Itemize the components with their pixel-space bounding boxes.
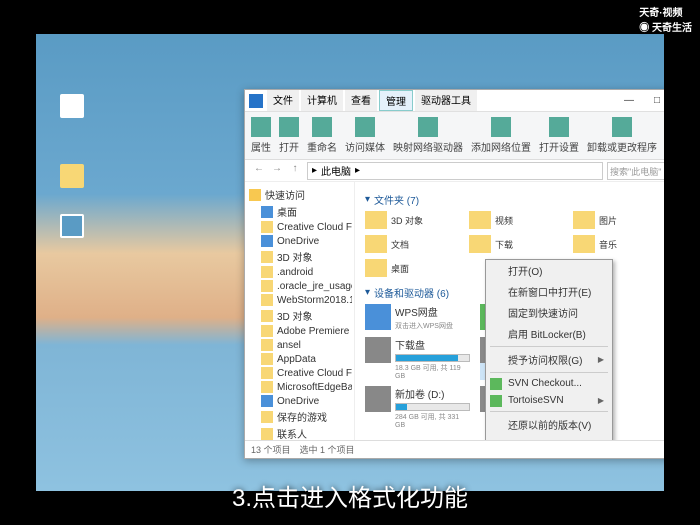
sidebar-item[interactable]: Adobe Premiere Pro CC 2019 [247, 324, 352, 338]
desktop-pc-icon[interactable] [56, 214, 88, 254]
sidebar-item[interactable]: WebStorm2018.1 [247, 293, 352, 307]
folder-item[interactable]: 桌面 [365, 259, 455, 277]
sidebar-item[interactable]: 联系人 [247, 425, 352, 440]
tab-file[interactable]: 文件 [267, 90, 299, 111]
ribbon-item[interactable]: 属性 [251, 117, 271, 154]
context-menu-item[interactable]: 还原以前的版本(V) [486, 414, 612, 435]
sidebar-item[interactable]: .oracle_jre_usage [247, 279, 352, 293]
context-menu-item[interactable]: 授予访问权限(G)▶ [486, 349, 612, 370]
context-menu-item[interactable]: TortoiseSVN▶ [486, 392, 612, 409]
drive-item[interactable]: 新加卷 (D:)284 GB 可用, 共 331 GB [365, 386, 470, 429]
file-explorer-window: 文件 计算机 查看 管理 驱动器工具 — □ × 属性打开重命名访问媒体映射网络… [244, 89, 664, 459]
desktop-file-icon[interactable] [56, 94, 88, 134]
section-folders[interactable]: ▾ 文件夹 (7) [365, 192, 664, 207]
sidebar-item[interactable]: ansel [247, 338, 352, 352]
back-button[interactable]: ← [251, 163, 267, 179]
context-menu-item[interactable]: 打开(O) [486, 260, 612, 281]
context-menu-item[interactable]: 在新窗口中打开(E) [486, 281, 612, 302]
folder-item[interactable]: 音乐 [573, 235, 663, 253]
ribbon-item[interactable]: 添加网络位置 [471, 117, 531, 154]
video-caption: 3.点击进入格式化功能 [0, 478, 700, 513]
sidebar-item[interactable]: Creative Cloud Files [247, 220, 352, 234]
ribbon-tabs: 文件 计算机 查看 管理 驱动器工具 [267, 90, 477, 111]
context-menu-item[interactable]: 启用 BitLocker(B) [486, 323, 612, 344]
titlebar[interactable]: 文件 计算机 查看 管理 驱动器工具 — □ × [245, 90, 664, 112]
status-bar: 13 个项目 选中 1 个项目 [245, 440, 664, 458]
address-bar: ← → ↑ ▸此电脑▸ 搜索"此电脑" [245, 160, 664, 182]
context-menu-item[interactable]: 固定到快速访问 [486, 302, 612, 323]
content-pane[interactable]: ▾ 文件夹 (7) 3D 对象视频图片文档下载音乐桌面 ▾ 设备和驱动器 (6)… [355, 182, 664, 440]
folder-item[interactable]: 下载 [469, 235, 559, 253]
sidebar-item[interactable]: OneDrive [247, 394, 352, 408]
sidebar-item[interactable]: Creative Cloud Files [247, 366, 352, 380]
sidebar-item[interactable]: AppData [247, 352, 352, 366]
drive-item[interactable]: WPS网盘双击进入WPS网盘 [365, 304, 470, 331]
up-button[interactable]: ↑ [287, 163, 303, 179]
folder-item[interactable]: 文档 [365, 235, 455, 253]
search-input[interactable]: 搜索"此电脑" [607, 162, 664, 180]
sidebar-item[interactable]: 桌面 [247, 203, 352, 220]
tab-view[interactable]: 查看 [345, 90, 377, 111]
sidebar-item[interactable]: 保存的游戏 [247, 408, 352, 425]
sidebar-item[interactable]: MicrosoftEdgeBackups [247, 380, 352, 394]
desktop[interactable]: 文件 计算机 查看 管理 驱动器工具 — □ × 属性打开重命名访问媒体映射网络… [36, 34, 664, 491]
tab-drivetools[interactable]: 驱动器工具 [415, 90, 477, 111]
sidebar-item[interactable]: 快速访问 [247, 186, 352, 203]
folder-item[interactable]: 视频 [469, 211, 559, 229]
folder-item[interactable]: 图片 [573, 211, 663, 229]
ribbon-item[interactable]: 打开设置 [539, 117, 579, 154]
context-menu-item[interactable]: SVN Checkout... [486, 375, 612, 392]
desktop-folder-icon[interactable] [56, 164, 88, 204]
sidebar-item[interactable]: .android [247, 265, 352, 279]
tab-manage[interactable]: 管理 [379, 90, 413, 111]
breadcrumb[interactable]: ▸此电脑▸ [307, 162, 603, 180]
watermark: 天奇·视频 ◉ 天奇生活 [639, 4, 692, 34]
monitor-bezel: 文件 计算机 查看 管理 驱动器工具 — □ × 属性打开重命名访问媒体映射网络… [24, 22, 676, 503]
sidebar-item[interactable]: OneDrive [247, 234, 352, 248]
maximize-button[interactable]: □ [643, 92, 664, 110]
ribbon-item[interactable]: 打开 [279, 117, 299, 154]
ribbon-item[interactable]: 映射网络驱动器 [393, 117, 463, 154]
app-icon [249, 94, 263, 108]
tab-computer[interactable]: 计算机 [301, 90, 343, 111]
sidebar-item[interactable]: 3D 对象 [247, 248, 352, 265]
context-menu-item[interactable]: 包含到库中(I)▶ [486, 435, 612, 440]
forward-button[interactable]: → [269, 163, 285, 179]
ribbon-item[interactable]: 卸载或更改程序 [587, 117, 657, 154]
minimize-button[interactable]: — [615, 92, 643, 110]
drive-item[interactable]: 下载盘18.3 GB 可用, 共 119 GB [365, 337, 470, 380]
ribbon-item[interactable]: 重命名 [307, 117, 337, 154]
sidebar-item[interactable]: 3D 对象 [247, 307, 352, 324]
navigation-pane[interactable]: 快速访问桌面Creative Cloud FilesOneDrive3D 对象.… [245, 182, 355, 440]
ribbon-item[interactable]: 访问媒体 [345, 117, 385, 154]
ribbon: 属性打开重命名访问媒体映射网络驱动器添加网络位置打开设置卸载或更改程序 [245, 112, 664, 160]
context-menu: 打开(O)在新窗口中打开(E)固定到快速访问启用 BitLocker(B) 授予访… [485, 259, 613, 440]
folder-item[interactable]: 3D 对象 [365, 211, 455, 229]
